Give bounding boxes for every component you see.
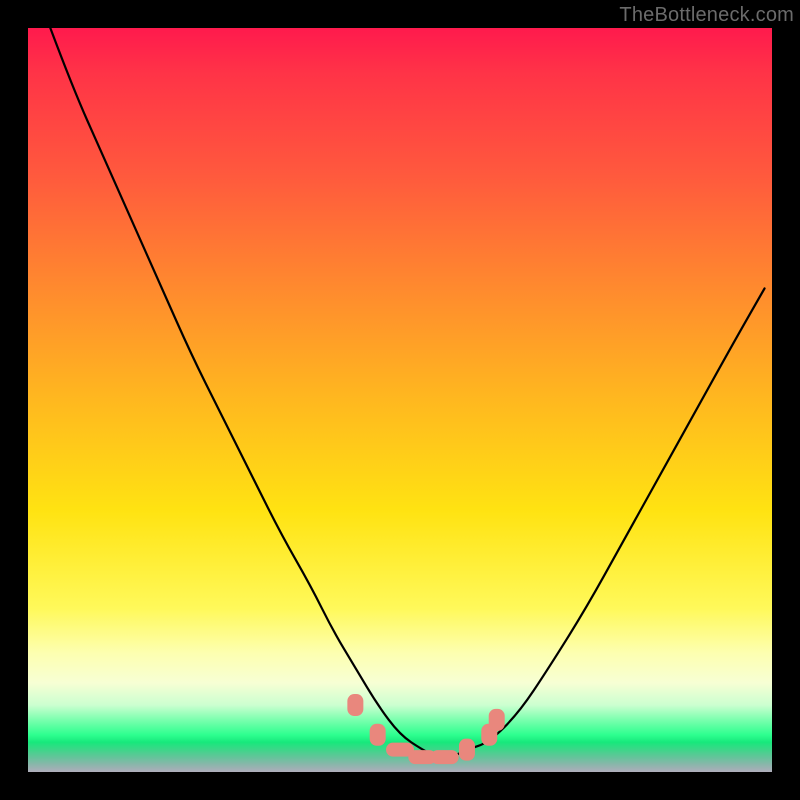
watermark-text: TheBottleneck.com	[619, 4, 794, 27]
curve-marker	[489, 709, 505, 731]
curve-markers	[347, 694, 504, 764]
curve-marker	[459, 739, 475, 761]
chart-frame: TheBottleneck.com	[0, 0, 800, 800]
bottleneck-curve	[50, 28, 764, 757]
curve-marker	[347, 694, 363, 716]
chart-plot-area	[28, 28, 772, 772]
curve-marker	[370, 724, 386, 746]
chart-svg	[28, 28, 772, 772]
curve-marker	[431, 750, 459, 764]
